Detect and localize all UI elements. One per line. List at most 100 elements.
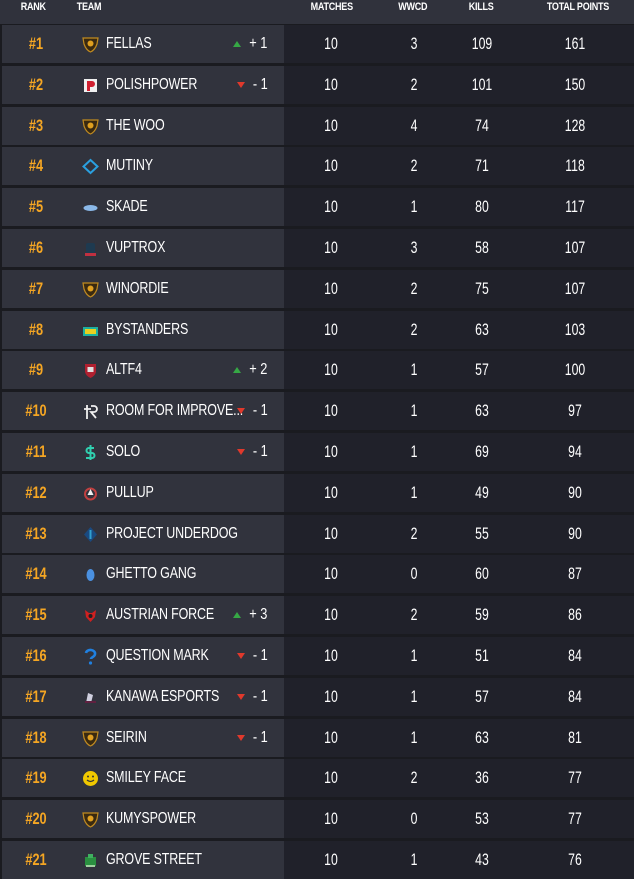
total-points-value: 107 — [564, 278, 586, 298]
total-points-value: 87 — [568, 564, 582, 584]
table-row[interactable]: #17 KANAWA ESPORTS - 1 10 1 57 84 — [0, 677, 634, 716]
team-name[interactable]: PROJECT UNDERDOG — [106, 515, 238, 553]
team-name[interactable]: SEIRIN — [106, 719, 147, 757]
table-row[interactable]: #5 SKADE 10 1 80 117 — [0, 188, 634, 227]
wwcd-value: 1 — [410, 442, 418, 461]
matches-value: 10 — [324, 238, 338, 257]
rank-label: #5 — [28, 197, 44, 217]
rank-change-value: + 1 — [249, 35, 268, 52]
table-row[interactable]: #9 ALTF4 + 2 10 1 57 100 — [0, 351, 634, 390]
kills-value: 58 — [475, 238, 489, 257]
kills-value: 80 — [475, 197, 489, 217]
team-name[interactable]: ALTF4 — [106, 351, 142, 389]
table-row[interactable]: #11 SOLO - 1 10 1 69 94 — [0, 433, 634, 471]
total-points-value: 94 — [568, 442, 582, 461]
table-row[interactable]: #6 VUPTROX 10 3 58 107 — [0, 229, 634, 267]
wwcd-value: 1 — [410, 727, 418, 747]
team-name[interactable]: MUTINY — [106, 147, 153, 185]
rank-change: + 2 — [233, 351, 270, 389]
team-name[interactable]: BYSTANDERS — [106, 311, 188, 349]
matches-value: 10 — [324, 605, 338, 625]
rank-change: - 1 — [237, 719, 270, 757]
stats-cell: 10 2 71 118 — [284, 147, 634, 186]
team-name[interactable]: GROVE STREET — [106, 841, 202, 879]
team-name[interactable]: WINORDIE — [106, 270, 169, 308]
wwcd-value: 1 — [410, 646, 418, 665]
table-row[interactable]: #18 SEIRIN - 1 10 1 63 81 — [0, 718, 634, 757]
table-row[interactable]: #14 GHETTO GANG 10 0 60 87 — [0, 555, 634, 594]
total-points-value: 81 — [568, 727, 582, 747]
rank-change-value: + 2 — [249, 361, 268, 379]
rank-change: + 1 — [233, 25, 270, 63]
matches-value: 10 — [324, 564, 338, 584]
rank-label: #12 — [25, 482, 47, 502]
rank-label: #17 — [25, 686, 47, 706]
team-name[interactable]: THE WOO — [106, 107, 165, 145]
arrow-down-icon — [237, 653, 246, 659]
matches-value: 10 — [324, 34, 338, 53]
table-row[interactable]: #12 PULLUP 10 1 49 90 — [0, 473, 634, 512]
total-points-value: 84 — [568, 686, 582, 706]
green-badge-logo-icon — [82, 852, 99, 869]
rank-change-value: - 1 — [253, 687, 269, 705]
rank-change-value: - 1 — [253, 402, 269, 420]
team-name[interactable]: SMILEY FACE — [106, 759, 186, 797]
rank-label: #13 — [25, 523, 47, 543]
table-row[interactable]: #7 WINORDIE 10 2 75 107 — [0, 269, 634, 308]
diamond-logo-icon — [82, 158, 99, 175]
arrow-down-icon — [237, 408, 246, 415]
wwcd-value: 0 — [410, 564, 418, 584]
wwcd-value: 2 — [410, 523, 418, 543]
table-row[interactable]: #20 KUMYSPOWER 10 0 53 77 — [0, 800, 634, 839]
wwcd-value: 3 — [410, 238, 418, 257]
kills-value: 55 — [475, 523, 489, 543]
team-cell: #16 QUESTION MARK - 1 — [2, 637, 284, 675]
rank-label: #4 — [28, 156, 44, 176]
team-name[interactable]: KUMYSPOWER — [106, 800, 196, 838]
stats-cell: 10 1 63 97 — [284, 392, 634, 431]
total-points-value: 161 — [564, 34, 586, 53]
rank-label: #15 — [25, 605, 47, 625]
team-name[interactable]: POLISHPOWER — [106, 66, 197, 104]
team-name[interactable]: GHETTO GANG — [106, 555, 196, 593]
total-points-value: 90 — [568, 482, 582, 502]
kills-value: 101 — [471, 74, 493, 94]
team-cell: #12 PULLUP — [2, 473, 284, 512]
team-name[interactable]: FELLAS — [106, 25, 152, 63]
team-name[interactable]: SOLO — [106, 433, 140, 471]
total-points-value: 77 — [568, 809, 582, 829]
table-row[interactable]: #8 BYSTANDERS 10 2 63 103 — [0, 310, 634, 349]
header-total-points: TOTAL POINTS — [546, 1, 610, 13]
table-row[interactable]: #19 SMILEY FACE 10 2 36 77 — [0, 759, 634, 798]
team-name[interactable]: PULLUP — [106, 474, 154, 512]
rank-label: #11 — [25, 442, 47, 461]
stats-cell: 10 0 60 87 — [284, 555, 634, 594]
total-points-value: 84 — [568, 646, 582, 665]
team-name[interactable]: KANAWA ESPORTS — [106, 678, 219, 716]
table-row[interactable]: #2 POLISHPOWER - 1 10 2 101 150 — [0, 65, 634, 104]
arrow-down-icon — [237, 449, 246, 455]
ninja-logo-icon — [82, 689, 99, 706]
total-points-value: 118 — [565, 156, 585, 176]
table-row[interactable]: #13 PROJECT UNDERDOG 10 2 55 90 — [0, 514, 634, 553]
team-name[interactable]: VUPTROX — [106, 229, 165, 267]
team-name[interactable]: AUSTRIAN FORCE — [106, 596, 214, 634]
table-row[interactable]: #4 MUTINY 10 2 71 118 — [0, 147, 634, 186]
rank-label: #6 — [28, 238, 44, 257]
table-row[interactable]: #10 ROOM FOR IMPROVE... - 1 10 1 63 97 — [0, 392, 634, 431]
kills-value: 75 — [475, 278, 489, 298]
matches-value: 10 — [324, 197, 338, 217]
team-name[interactable]: SKADE — [106, 188, 148, 226]
kills-value: 36 — [475, 768, 489, 788]
team-cell: #2 POLISHPOWER - 1 — [2, 65, 284, 104]
table-row[interactable]: #16 QUESTION MARK - 1 10 1 51 84 — [0, 637, 634, 675]
fish-logo-icon — [82, 199, 99, 216]
team-name[interactable]: QUESTION MARK — [106, 637, 209, 675]
table-row[interactable]: #21 GROVE STREET 10 1 43 76 — [0, 841, 634, 879]
rank-label: #2 — [28, 74, 44, 94]
table-row[interactable]: #1 FELLAS + 1 10 3 109 161 — [0, 25, 634, 63]
arrow-up-icon — [233, 612, 242, 619]
table-row[interactable]: #3 THE WOO 10 4 74 128 — [0, 106, 634, 145]
table-row[interactable]: #15 AUSTRIAN FORCE + 3 10 2 59 86 — [0, 596, 634, 635]
team-name[interactable]: ROOM FOR IMPROVE... — [106, 392, 243, 430]
